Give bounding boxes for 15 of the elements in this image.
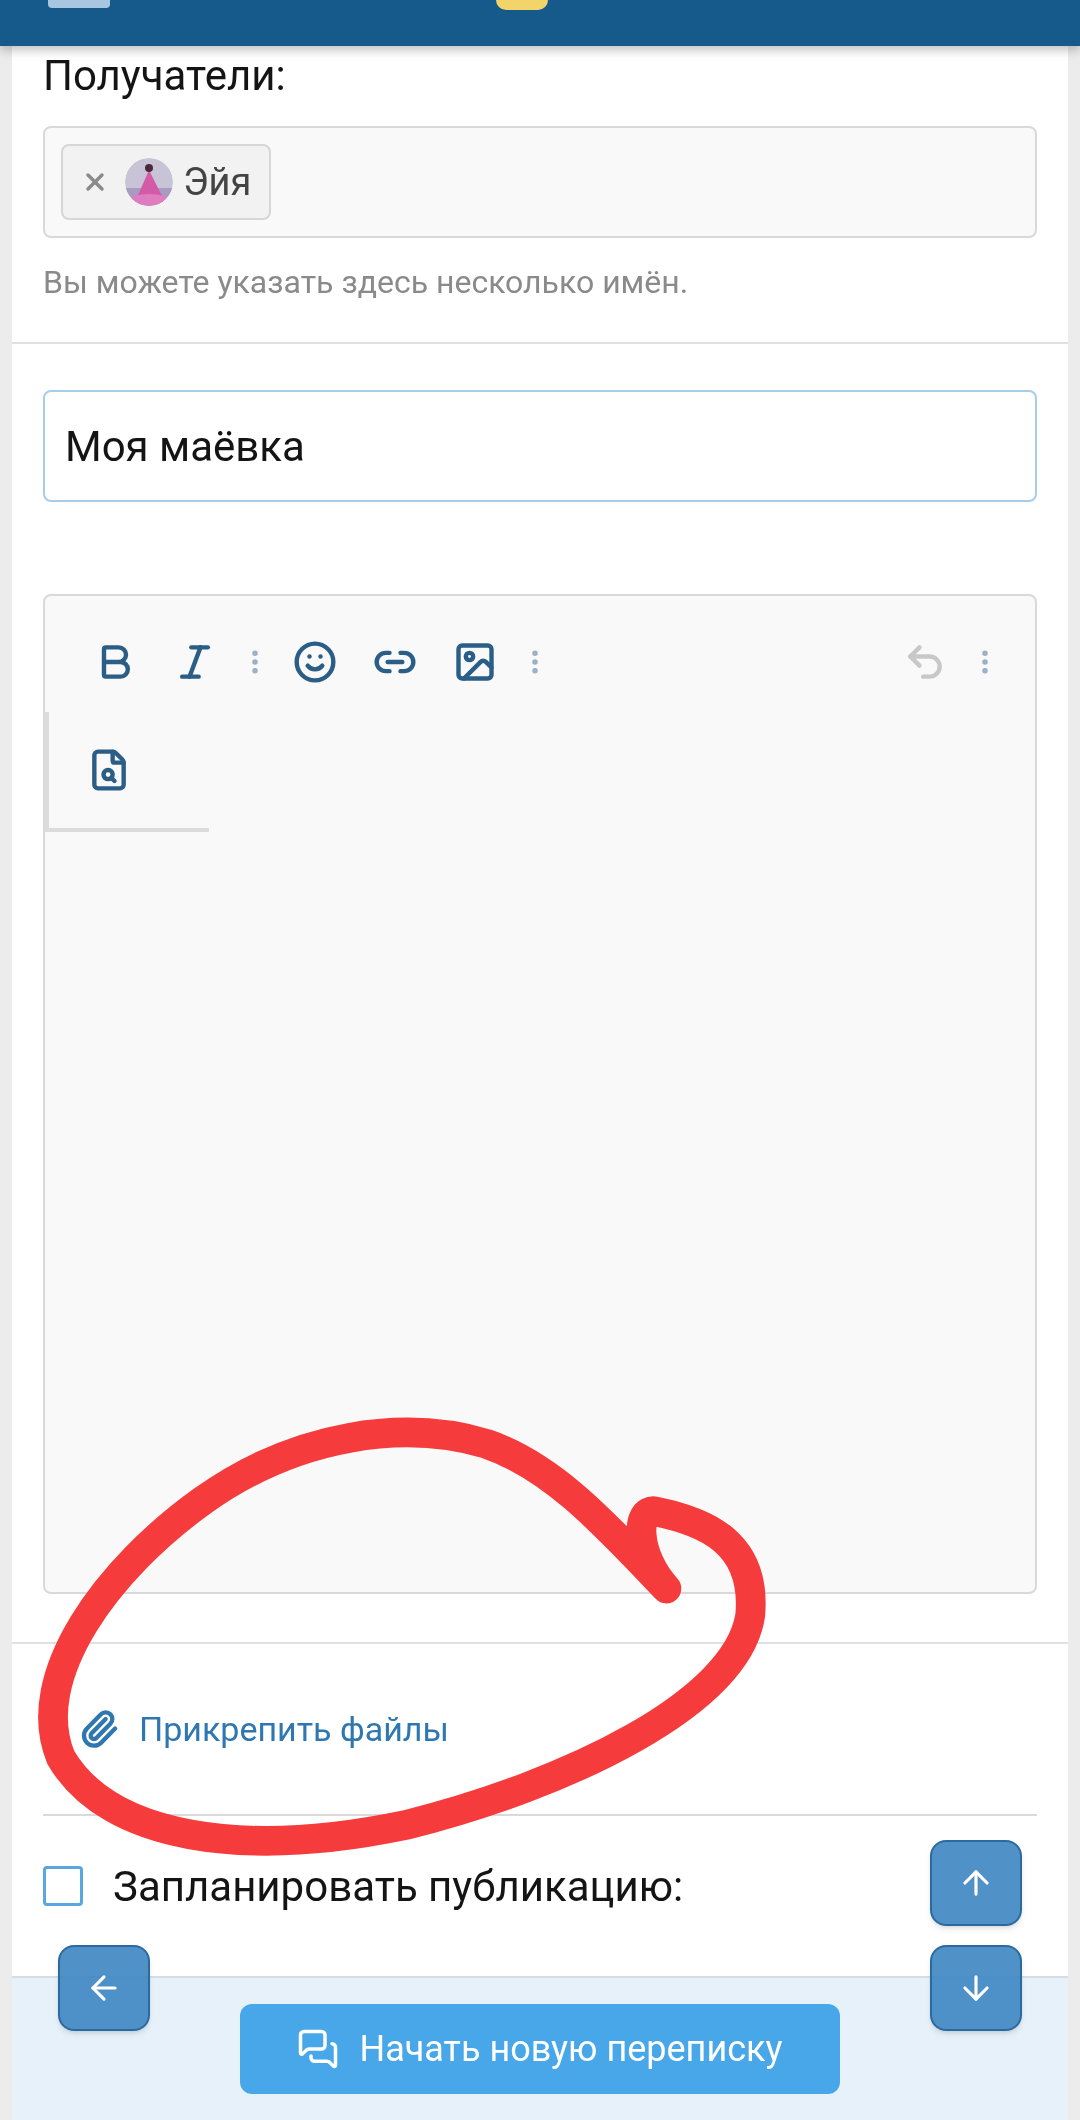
message-editor[interactable]: [43, 594, 1037, 1594]
recipients-hint: Вы можете указать здесь несколько имён.: [43, 262, 690, 303]
attach-files-link[interactable]: Прикрепить файлы: [43, 1644, 1037, 1814]
scroll-left-button[interactable]: [58, 1945, 150, 2031]
schedule-checkbox[interactable]: [43, 1866, 83, 1906]
scroll-up-button[interactable]: [930, 1840, 1022, 1926]
scroll-down-button[interactable]: [930, 1945, 1022, 2031]
recipient-token[interactable]: Эйя: [61, 144, 272, 220]
recipients-field[interactable]: Эйя: [43, 126, 1037, 238]
recipients-label: Получатели:: [43, 50, 287, 102]
recipient-name: Эйя: [183, 158, 252, 206]
subject-field[interactable]: Моя маёвка: [43, 390, 1037, 502]
paperclip-icon: [79, 1709, 119, 1749]
chat-icon: [297, 2028, 340, 2070]
schedule-label: Запланировать публикацию:: [113, 1860, 684, 1913]
